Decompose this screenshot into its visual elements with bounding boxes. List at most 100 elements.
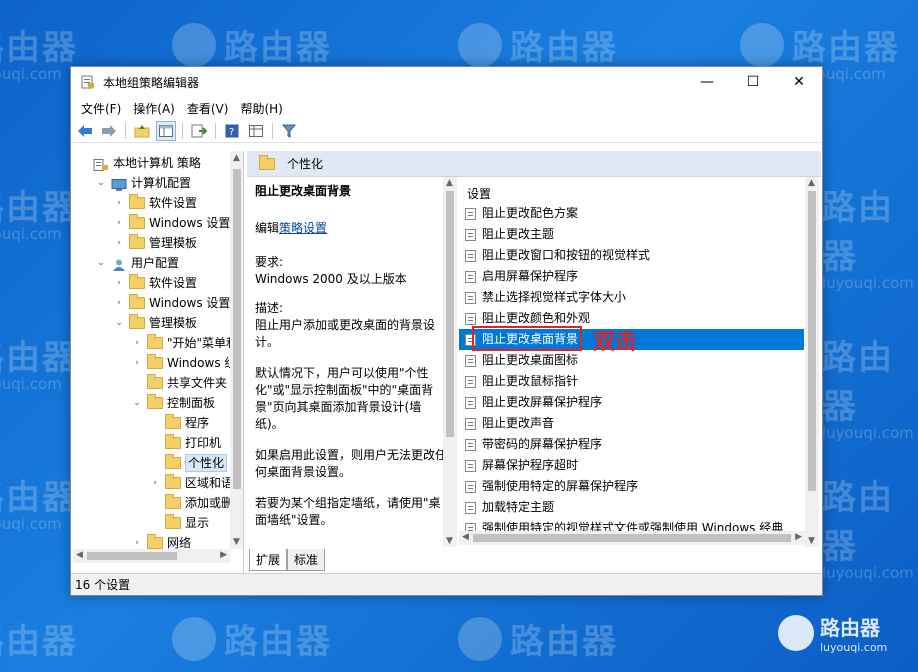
settings-list: 设置 阻止更改配色方案 阻止更改主题阻止更改窗口和按钮的视觉样式启用屏幕保护程序禁… (459, 177, 821, 547)
menu-file[interactable]: 文件(F) (75, 100, 127, 117)
tree-item[interactable]: › 软件设置 (113, 193, 197, 213)
setting-label: 阻止更改桌面图标 (482, 353, 579, 367)
setting-row[interactable]: 启用屏幕保护程序 (465, 266, 578, 287)
scroll-left-icon[interactable]: ◀ (76, 550, 83, 560)
collapse-icon[interactable]: ⌄ (131, 393, 143, 413)
forward-icon[interactable] (99, 121, 119, 141)
expand-icon[interactable]: › (113, 213, 125, 233)
description-scrollbar[interactable]: ▲ ▼ (443, 177, 457, 547)
minimize-button[interactable]: — (684, 67, 730, 97)
settings-horizontal-scrollbar[interactable]: ◀ ▶ (459, 531, 805, 545)
tree-item[interactable]: 程序 (149, 413, 209, 433)
tree-item[interactable]: 本地计算机 策略 (77, 153, 201, 173)
scroll-right-icon[interactable]: ▶ (795, 532, 802, 542)
setting-row[interactable]: 阻止更改声音 (465, 413, 554, 434)
close-button[interactable]: ✕ (776, 67, 822, 97)
tree-item-label: 个性化 (185, 454, 228, 472)
scrollbar-thumb[interactable] (473, 534, 791, 542)
maximize-button[interactable]: ☐ (730, 67, 776, 97)
scroll-up-icon[interactable]: ▲ (446, 178, 453, 188)
show-hide-tree-icon[interactable] (156, 120, 176, 141)
policy-settings-link[interactable]: 策略设置 (279, 221, 327, 235)
scrollbar-thumb[interactable] (233, 169, 241, 489)
setting-row[interactable]: 强制使用特定的屏幕保护程序 (465, 476, 638, 497)
help-icon[interactable]: ? (222, 121, 242, 141)
tree-item[interactable]: › "开始"菜单和 (131, 333, 238, 353)
setting-row[interactable]: 阻止更改窗口和按钮的视觉样式 (465, 245, 650, 266)
tree-item[interactable]: 显示 (149, 513, 209, 533)
collapse-icon[interactable]: ⌄ (113, 313, 125, 333)
setting-label: 加载特定主题 (482, 500, 555, 514)
tree-item[interactable]: 打印机 (149, 433, 221, 453)
scrollbar-thumb[interactable] (446, 191, 454, 437)
policy-setting-icon (465, 270, 476, 283)
tree-item[interactable]: 共享文件夹 (131, 373, 227, 393)
setting-row[interactable]: 阻止更改配色方案 (465, 203, 578, 224)
tree-item[interactable]: ⌄ 计算机配置 (95, 173, 191, 193)
tree-vertical-scrollbar[interactable]: ▲ ▼ (230, 151, 243, 549)
expand-icon[interactable]: › (113, 273, 125, 293)
policy-setting-icon (465, 291, 476, 304)
expand-icon[interactable]: › (113, 193, 125, 213)
tree-item[interactable]: ⌄ 控制面板 (131, 393, 215, 413)
scroll-down-icon[interactable]: ▼ (233, 537, 240, 547)
menu-action[interactable]: 操作(A) (127, 100, 181, 117)
computer-policy-icon (93, 157, 109, 171)
tree-item[interactable]: › Windows 组 (131, 353, 236, 373)
watermark-brand: 路由器 (0, 622, 78, 662)
setting-row[interactable]: 加载特定主题 (465, 497, 554, 518)
tab-standard[interactable]: 标准 (287, 549, 326, 571)
expand-icon[interactable]: › (149, 473, 161, 493)
tree-item[interactable]: › Windows 设置 (113, 213, 230, 233)
tree-item[interactable]: ⌄ 用户配置 (95, 253, 179, 273)
setting-label: 带密码的屏幕保护程序 (482, 437, 603, 451)
export-list-icon[interactable] (189, 121, 209, 141)
tree-item[interactable]: › 管理模板 (113, 233, 197, 253)
setting-row[interactable]: 带密码的屏幕保护程序 (465, 434, 602, 455)
enabled-text: 如果启用此设置，则用户无法更改任何桌面背景设置。 (255, 448, 448, 479)
scroll-down-icon[interactable]: ▼ (808, 536, 815, 546)
tree-item[interactable]: › 软件设置 (113, 273, 197, 293)
setting-row[interactable]: 阻止更改鼠标指针 (465, 371, 578, 392)
up-folder-icon[interactable] (132, 121, 152, 141)
setting-row[interactable]: 阻止更改主题 (465, 224, 554, 245)
router-logo-icon (458, 616, 502, 661)
scroll-down-icon[interactable]: ▼ (446, 536, 453, 546)
expand-icon[interactable]: › (113, 233, 125, 253)
category-title: 个性化 (287, 157, 324, 171)
folder-icon (165, 514, 181, 529)
settings-vertical-scrollbar[interactable]: ▲ ▼ (805, 177, 819, 547)
filter-icon[interactable] (279, 121, 299, 141)
setting-row[interactable]: 阻止更改桌面图标 (465, 350, 578, 371)
setting-label: 阻止更改窗口和按钮的视觉样式 (482, 248, 651, 262)
policy-setting-icon (465, 417, 476, 430)
scrollbar-thumb[interactable] (87, 552, 177, 560)
tree-item[interactable]: › Windows 设置 (113, 293, 230, 313)
menu-view[interactable]: 查看(V) (181, 100, 235, 117)
collapse-icon[interactable]: ⌄ (95, 173, 107, 193)
collapse-icon[interactable]: ⌄ (95, 253, 107, 273)
tree-item[interactable]: 个性化 (149, 453, 228, 473)
scroll-up-icon[interactable]: ▲ (808, 178, 815, 188)
setting-row[interactable]: 屏幕保护程序超时 (465, 455, 578, 476)
back-icon[interactable] (75, 121, 95, 141)
scroll-left-icon[interactable]: ◀ (462, 532, 469, 542)
watermark: 路由器 luyouqi.com (822, 470, 918, 582)
tree-horizontal-scrollbar[interactable]: ◀ ▶ (73, 549, 230, 563)
menu-help[interactable]: 帮助(H) (234, 100, 288, 117)
scroll-right-icon[interactable]: ▶ (220, 550, 227, 560)
tree-item[interactable]: ⌄ 管理模板 (113, 313, 197, 333)
setting-row[interactable]: 禁止选择视觉样式字体大小 (465, 287, 626, 308)
expand-icon[interactable]: › (131, 333, 143, 353)
status-text: 16 个设置 (75, 578, 131, 592)
title-bar[interactable]: 本地组策略编辑器 — ☐ ✕ (71, 67, 822, 97)
scroll-up-icon[interactable]: ▲ (233, 153, 240, 163)
router-logo-icon (172, 616, 216, 661)
settings-column-header[interactable]: 设置 (467, 185, 491, 202)
tab-expanded[interactable]: 扩展 (249, 549, 288, 571)
expand-icon[interactable]: › (113, 293, 125, 313)
scrollbar-thumb[interactable] (808, 191, 816, 491)
expand-icon[interactable]: › (131, 353, 143, 373)
properties-icon[interactable] (246, 121, 266, 141)
setting-row[interactable]: 阻止更改屏幕保护程序 (465, 392, 602, 413)
